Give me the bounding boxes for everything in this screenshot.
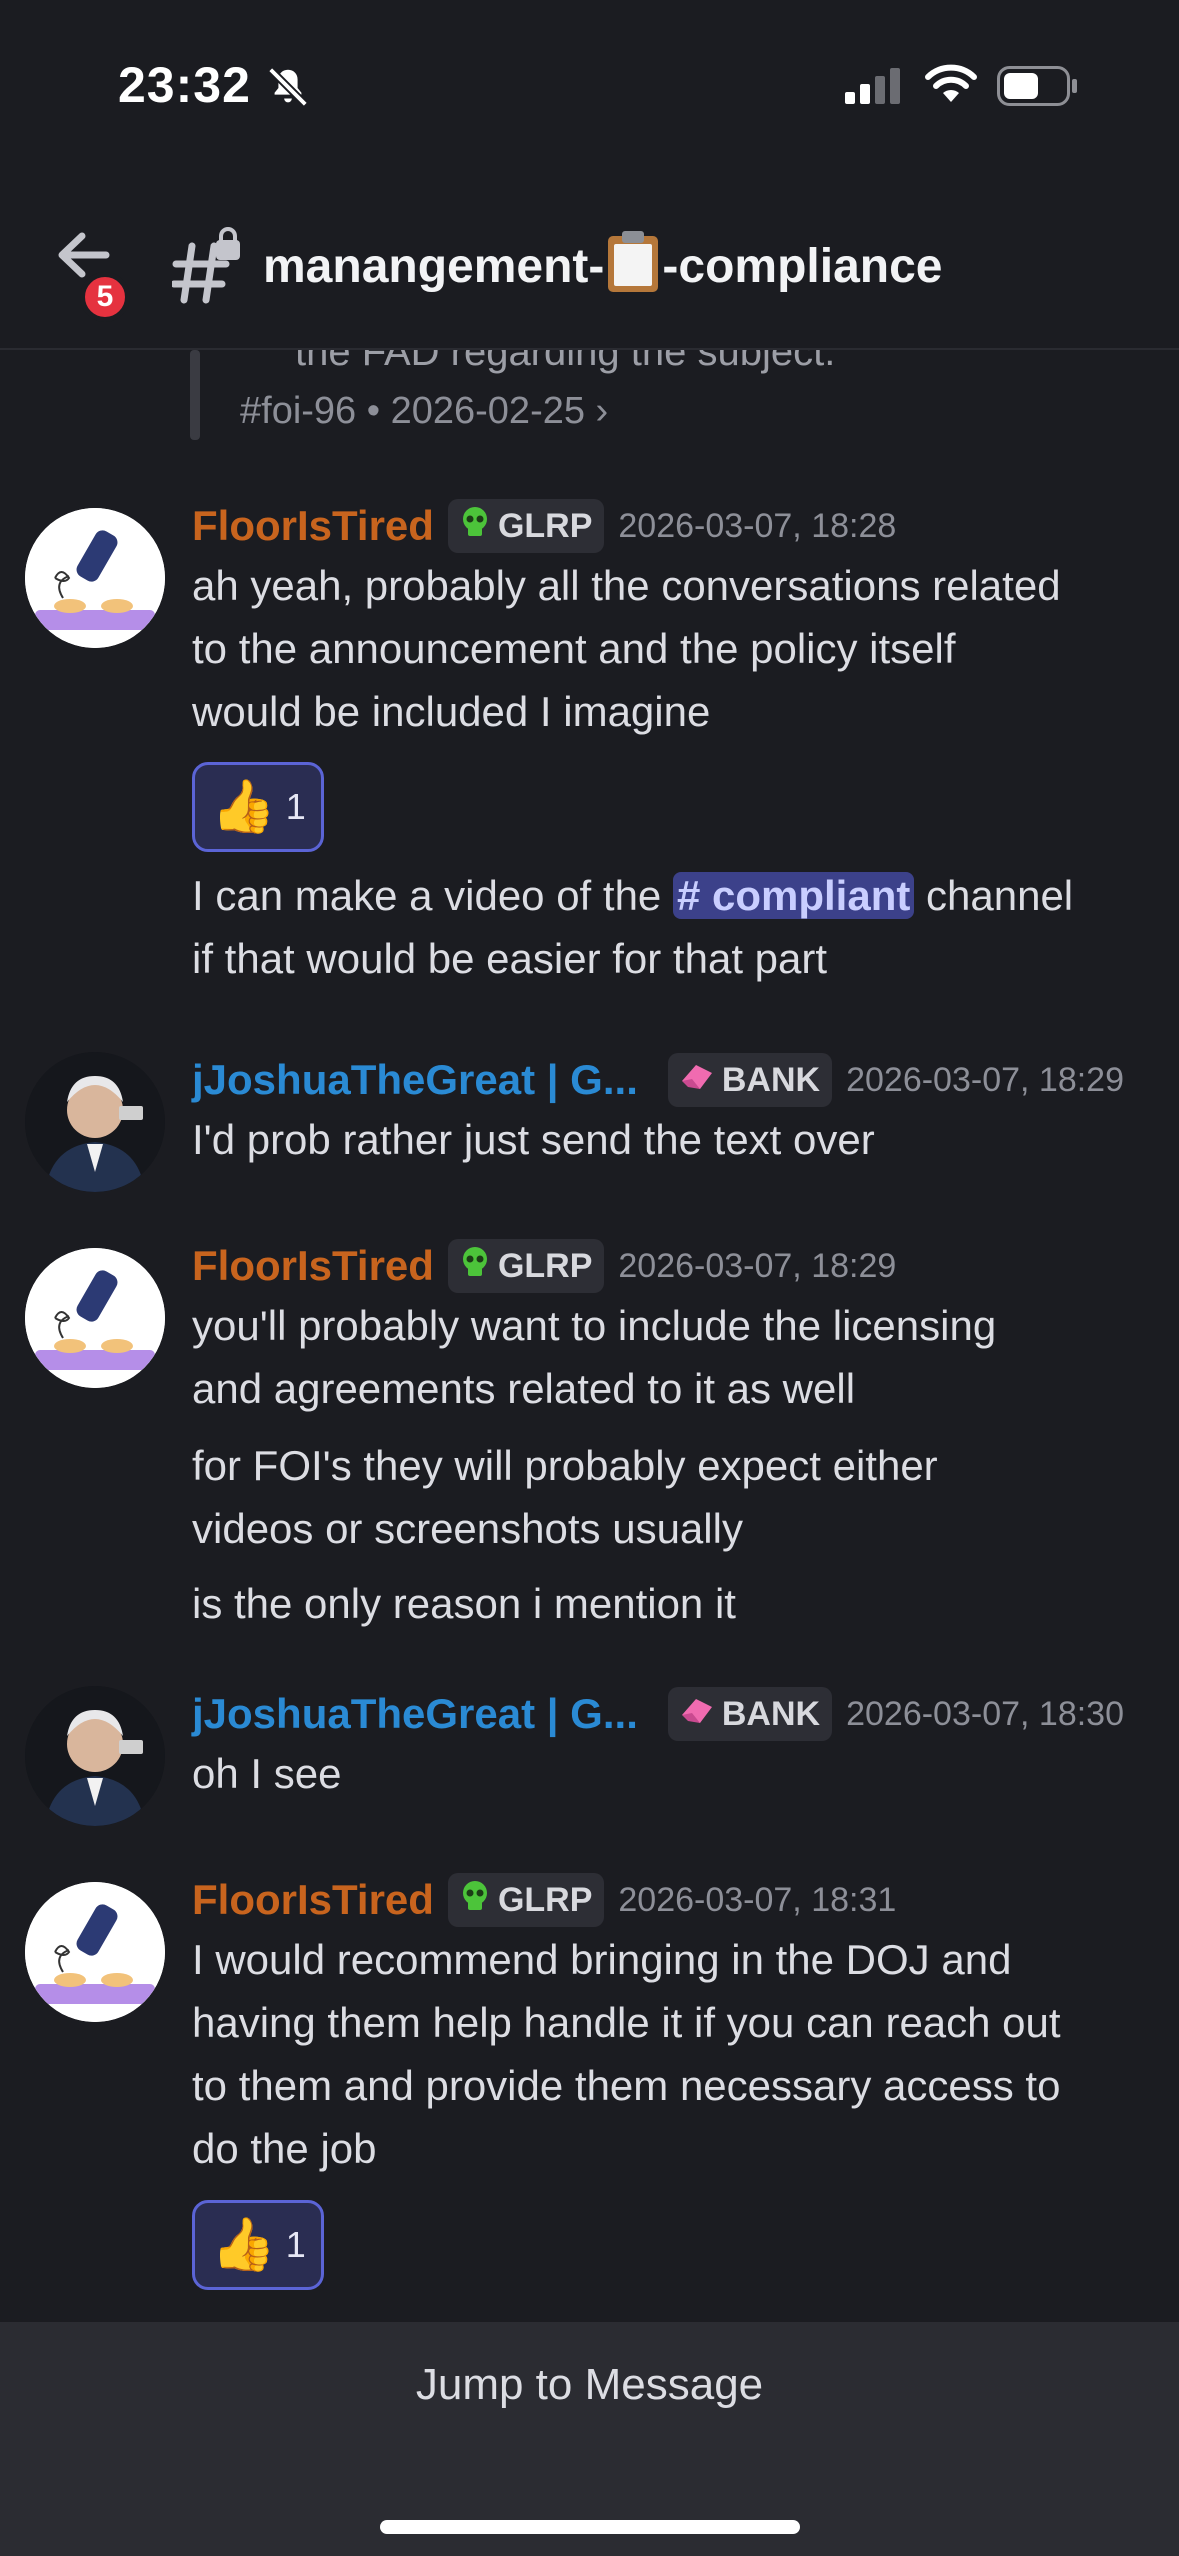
message-list[interactable]: the FAD regarding the subject. #foi-96 •… [0,350,1179,2320]
message-header: FloorIsTired GLRP 2026-03-07, 18:31 [192,1872,896,1928]
message-header: FloorIsTired GLRP 2026-03-07, 18:29 [192,1238,896,1294]
reaction-count: 1 [285,786,306,827]
message-line: and agreements related to it as well [192,1365,856,1412]
avatar[interactable] [25,1052,165,1192]
message-line: I can make a video of the # compliant ch… [192,864,1152,927]
message-line: do the job [192,2125,377,2172]
wifi-icon [925,64,977,102]
message-header: jJoshuaTheGreat | G... BANK 2026-03-07, … [192,1052,1124,1108]
role-tag[interactable]: BANK [667,1687,833,1741]
message-line: would be included I imagine [192,688,711,735]
reaction-thumbs-up[interactable]: 👍 1 [192,762,324,852]
skull-icon [458,1879,492,1922]
channel-header: 5 manangement- -compliance [0,190,1179,350]
message-text: oh I see [192,1742,1152,1805]
channel-title: manangement- -compliance [263,230,942,294]
timestamp: 2026-03-07, 18:28 [618,506,897,545]
author-name[interactable]: jJoshuaTheGreat | G... [192,1690,638,1738]
avatar[interactable] [25,1686,165,1826]
avatar-image [25,1052,165,1192]
message-line: I'd prob rather just send the text over [192,1116,875,1163]
clipboard-icon [606,230,660,292]
text-segment: I can make a video of the [192,872,673,919]
message-line: to the announcement and the policy itsel… [192,625,956,672]
avatar[interactable] [25,1882,165,2022]
message-text: is the only reason i mention it [192,1572,1152,1635]
home-indicator[interactable] [380,2520,800,2534]
channel-name-suffix: -compliance [662,240,943,293]
timestamp: 2026-03-07, 18:31 [618,1880,897,1919]
timestamp: 2026-03-07, 18:29 [618,1246,897,1285]
skull-icon [458,1245,492,1288]
message-line: videos or screenshots usually [192,1505,743,1552]
channel-mention[interactable]: # compliant [672,872,915,919]
role-name: BANK [721,1060,821,1099]
status-bar: 23:32 [0,0,1179,160]
role-tag[interactable]: GLRP [447,1873,605,1927]
role-name: GLRP [497,506,593,545]
role-tag[interactable]: GLRP [447,1239,605,1293]
unread-badge: 5 [80,272,130,322]
eraser-icon [678,1695,716,1734]
author-name[interactable]: FloorIsTired [192,1242,434,1290]
message-text: for FOI's they will probably expect eith… [192,1434,1152,1560]
message-header: jJoshuaTheGreat | G... BANK 2026-03-07, … [192,1686,1124,1742]
author-name[interactable]: FloorIsTired [192,502,434,550]
status-time: 23:32 [118,57,251,113]
timestamp: 2026-03-07, 18:30 [846,1694,1124,1733]
bell-off-icon [268,67,308,107]
role-name: GLRP [497,1246,593,1285]
eraser-icon [678,1061,716,1100]
thumbs-up-icon: 👍 [211,2216,276,2274]
skull-icon [458,505,492,548]
text-segment: channel [914,872,1074,919]
jump-to-message-button[interactable]: Jump to Message [0,2360,1179,2410]
author-name[interactable]: jJoshuaTheGreat | G... [192,1056,638,1104]
message-line: is the only reason i mention it [192,1580,736,1627]
avatar[interactable] [25,508,165,648]
locked-channel-icon [172,227,240,304]
thread-preview-text: the FAD regarding the subject. [295,350,836,374]
avatar-image [25,508,165,648]
thread-link[interactable]: #foi-96 • 2026-02-25 › [240,390,608,433]
message-line: I would recommend bringing in the DOJ an… [192,1936,1012,1983]
cellular-signal-icon [845,68,900,104]
message-header: FloorIsTired GLRP 2026-03-07, 18:28 [192,498,896,554]
message-text: ah yeah, probably all the conversations … [192,554,1152,743]
message-text: I'd prob rather just send the text over [192,1108,1152,1171]
thumbs-up-icon: 👍 [211,778,276,836]
avatar-image [25,1882,165,2022]
message-line: for FOI's they will probably expect eith… [192,1442,938,1489]
role-name: GLRP [497,1880,593,1919]
role-tag[interactable]: GLRP [447,499,605,553]
role-tag[interactable]: BANK [667,1053,833,1107]
author-name[interactable]: FloorIsTired [192,1876,434,1924]
avatar-image [25,1248,165,1388]
message-text: you'll probably want to include the lice… [192,1294,1152,1420]
message-line: ah yeah, probably all the conversations … [192,562,1061,609]
avatar-image [25,1686,165,1826]
message-line: to them and provide them necessary acces… [192,2062,1061,2109]
reaction-count: 1 [285,2224,306,2265]
jump-bar: Jump to Message [0,2322,1179,2556]
message-line: if that would be easier for that part [192,935,828,982]
reaction-thumbs-up[interactable]: 👍 1 [192,2200,324,2290]
channel-name-prefix: manangement- [263,240,605,293]
message-line: oh I see [192,1750,342,1797]
thread-reply-bar [190,350,200,440]
timestamp: 2026-03-07, 18:29 [846,1060,1124,1099]
message-text: I can make a video of the # compliant ch… [192,864,1152,990]
message-line: having them help handle it if you can re… [192,1999,1061,2046]
message-line: you'll probably want to include the lice… [192,1302,997,1349]
battery-icon [997,66,1077,106]
message-text: I would recommend bringing in the DOJ an… [192,1928,1152,2180]
avatar[interactable] [25,1248,165,1388]
role-name: BANK [721,1694,821,1733]
